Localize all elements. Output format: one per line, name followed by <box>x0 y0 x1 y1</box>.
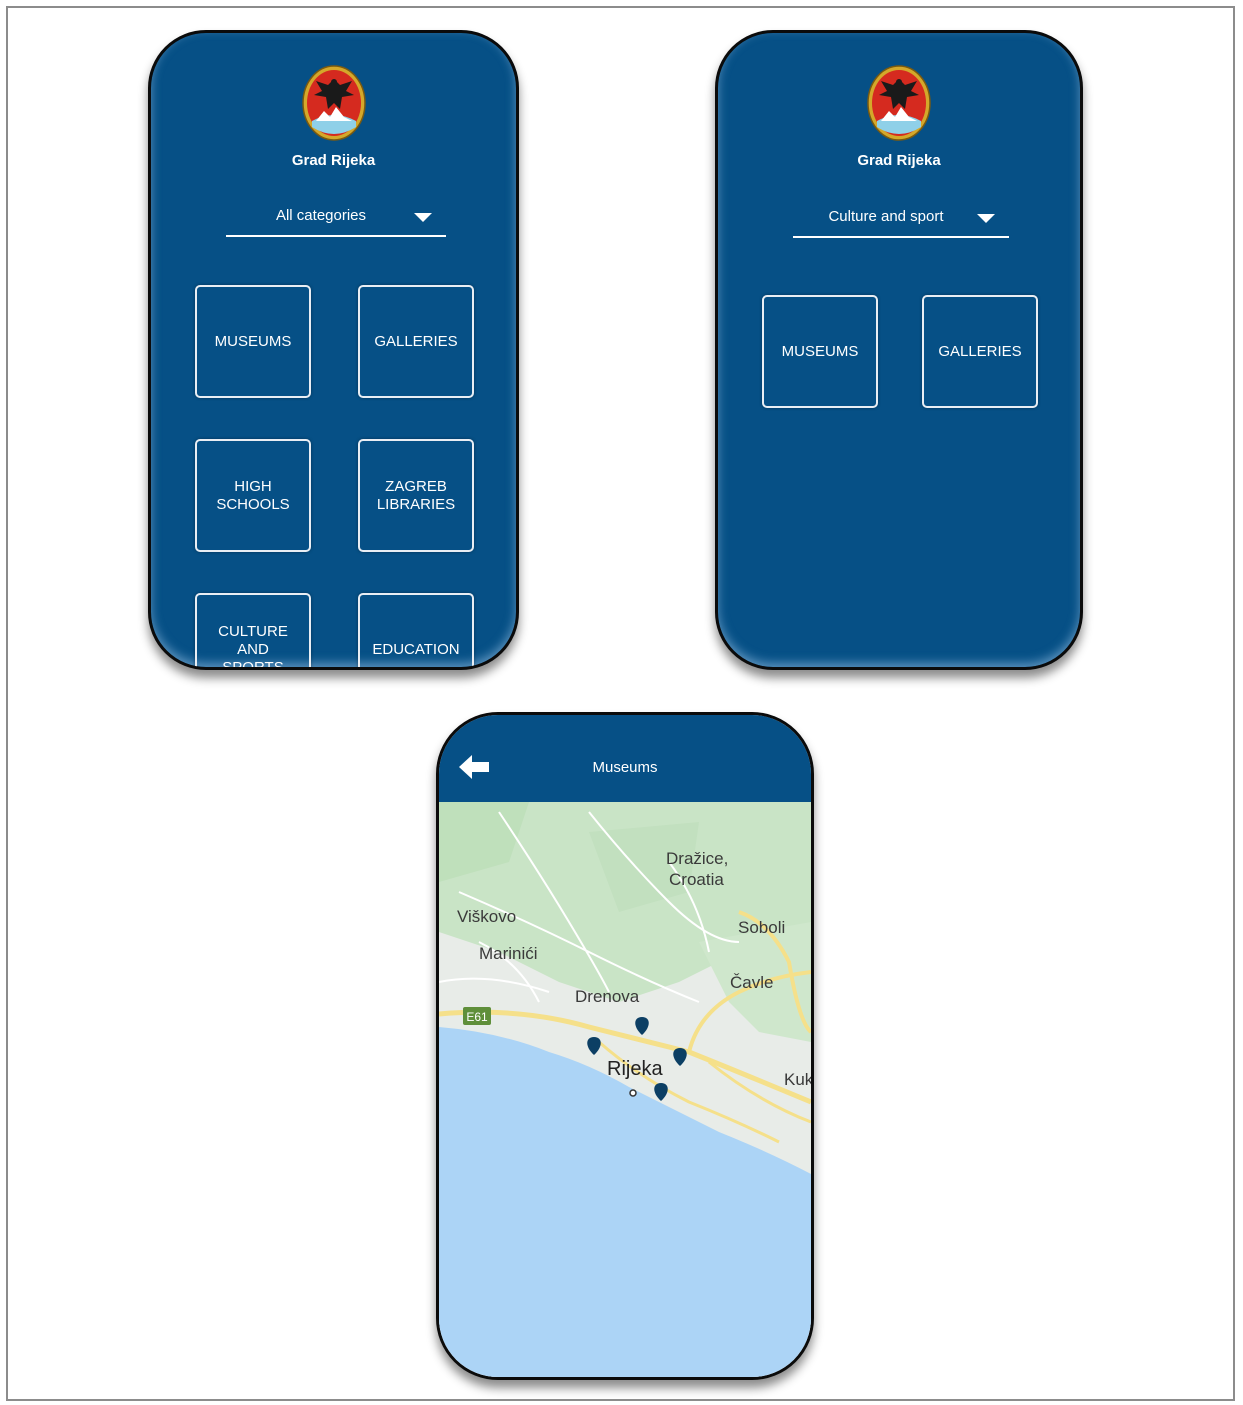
tile-museums[interactable]: MUSEUMS <box>762 295 878 408</box>
city-name: Grad Rijeka <box>291 152 376 169</box>
dropdown-selected-value: All categories <box>275 207 367 224</box>
place-label: Čavle <box>730 973 773 992</box>
city-name: Grad Rijeka <box>857 152 941 169</box>
place-label: Kuk <box>784 1070 811 1089</box>
place-label: Croatia <box>669 870 724 889</box>
tile-high-schools[interactable]: HIGH SCHOOLS <box>195 439 311 552</box>
tile-museums[interactable]: MUSEUMS <box>195 285 311 398</box>
dropdown-caret-icon <box>977 214 995 223</box>
place-label: Dražice, <box>666 849 728 868</box>
place-label: Viškovo <box>457 907 516 926</box>
phone-screen-culture-and-sport: Grad Rijeka Culture and sport MUSEUMS GA… <box>715 30 1083 670</box>
dropdown-caret-icon <box>414 213 432 222</box>
place-label: Rijeka <box>607 1058 663 1080</box>
road-shield-label: E61 <box>466 1010 488 1024</box>
tile-zagreb-libraries[interactable]: ZAGREB LIBRARIES <box>358 439 474 552</box>
city-dot <box>629 1089 637 1097</box>
tile-culture-and-sports[interactable]: CULTURE AND SPORTS <box>195 593 311 667</box>
tile-galleries[interactable]: GALLERIES <box>922 295 1038 408</box>
app-bar: Museums <box>439 715 811 802</box>
page-title: Museums <box>592 759 658 776</box>
phone-screen-museums-map: Museums E61 Dražice, Croatia Viškovo Sob… <box>436 712 814 1380</box>
city-crest-icon <box>301 65 366 141</box>
category-dropdown[interactable]: All categories <box>226 203 446 237</box>
tile-galleries[interactable]: GALLERIES <box>358 285 474 398</box>
dropdown-selected-value: Culture and sport <box>828 208 944 225</box>
place-label: Marinići <box>479 944 538 963</box>
city-crest-icon <box>867 65 931 141</box>
category-dropdown[interactable]: Culture and sport <box>793 204 1009 238</box>
tile-education[interactable]: EDUCATION <box>358 593 474 667</box>
place-label: Soboli <box>738 918 785 937</box>
map-view[interactable]: E61 Dražice, Croatia Viškovo Soboli Mari… <box>439 802 811 1380</box>
place-label: Drenova <box>575 987 640 1006</box>
phone-screen-all-categories: Grad Rijeka All categories MUSEUMS GALLE… <box>148 30 519 670</box>
